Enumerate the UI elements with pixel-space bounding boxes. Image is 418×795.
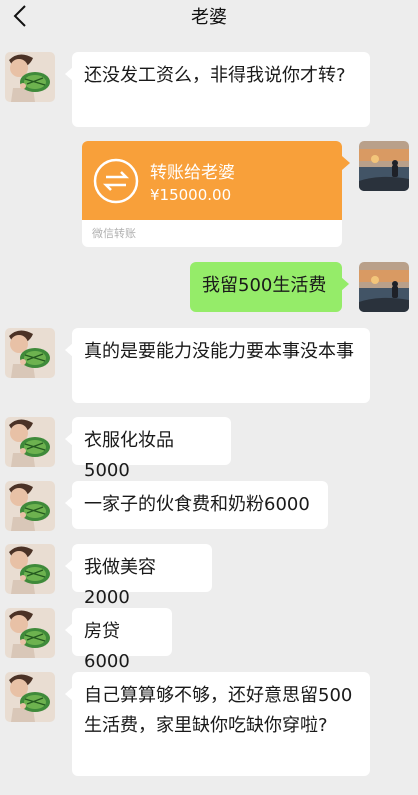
transfer-tail bbox=[342, 156, 350, 170]
message-text: 还没发工资么，非得我说你才转? bbox=[84, 65, 346, 86]
transfer-amount: ¥15000.00 bbox=[150, 186, 232, 204]
message-text: 自己算算够不够，还好意思留500生活费，家里缺你吃缺你穿啦? bbox=[84, 685, 353, 736]
avatar-image bbox=[5, 672, 55, 722]
contact-avatar[interactable] bbox=[5, 608, 55, 658]
transfer-arrows-icon bbox=[93, 158, 139, 204]
contact-avatar[interactable] bbox=[5, 52, 55, 102]
avatar-image bbox=[5, 328, 55, 378]
avatar-image bbox=[5, 544, 55, 594]
chat-header: 老婆 bbox=[0, 0, 418, 32]
self-avatar[interactable] bbox=[359, 141, 409, 191]
transfer-title: 转账给老婆 bbox=[150, 163, 235, 183]
avatar-image bbox=[5, 417, 55, 467]
contact-avatar[interactable] bbox=[5, 417, 55, 467]
message-text: 我留500生活费 bbox=[202, 275, 327, 296]
avatar-image bbox=[359, 262, 409, 312]
message-text: 一家子的伙食费和奶粉6000 bbox=[84, 494, 310, 515]
message-bubble[interactable]: 我做美容2000 bbox=[65, 544, 212, 608]
contact-avatar[interactable] bbox=[5, 672, 55, 722]
contact-avatar[interactable] bbox=[5, 328, 55, 378]
avatar-image bbox=[5, 481, 55, 531]
transfer-card[interactable]: 转账给老婆 ¥15000.00 微信转账 bbox=[82, 141, 342, 247]
avatar-image bbox=[5, 52, 55, 102]
message-bubble[interactable]: 房贷6000 bbox=[65, 608, 172, 672]
message-text: 房贷6000 bbox=[84, 621, 130, 672]
transfer-caption: 微信转账 bbox=[92, 227, 136, 240]
self-avatar[interactable] bbox=[359, 262, 409, 312]
message-bubble[interactable]: 还没发工资么，非得我说你才转? bbox=[65, 52, 370, 127]
contact-avatar[interactable] bbox=[5, 544, 55, 594]
contact-avatar[interactable] bbox=[5, 481, 55, 531]
transfer-header: 转账给老婆 ¥15000.00 bbox=[82, 141, 342, 220]
avatar-image bbox=[5, 608, 55, 658]
message-text: 真的是要能力没能力要本事没本事 bbox=[84, 341, 354, 362]
message-bubble[interactable]: 一家子的伙食费和奶粉6000 bbox=[65, 481, 328, 529]
message-text: 我做美容2000 bbox=[84, 557, 156, 608]
message-text: 衣服化妆品5000 bbox=[84, 430, 174, 481]
avatar-image bbox=[359, 141, 409, 191]
message-bubble[interactable]: 自己算算够不够，还好意思留500生活费，家里缺你吃缺你穿啦? bbox=[65, 672, 370, 776]
chat-title: 老婆 bbox=[191, 7, 227, 28]
message-bubble[interactable]: 衣服化妆品5000 bbox=[65, 417, 231, 481]
message-bubble[interactable]: 真的是要能力没能力要本事没本事 bbox=[65, 328, 370, 403]
message-bubble[interactable]: 我留500生活费 bbox=[190, 262, 349, 312]
